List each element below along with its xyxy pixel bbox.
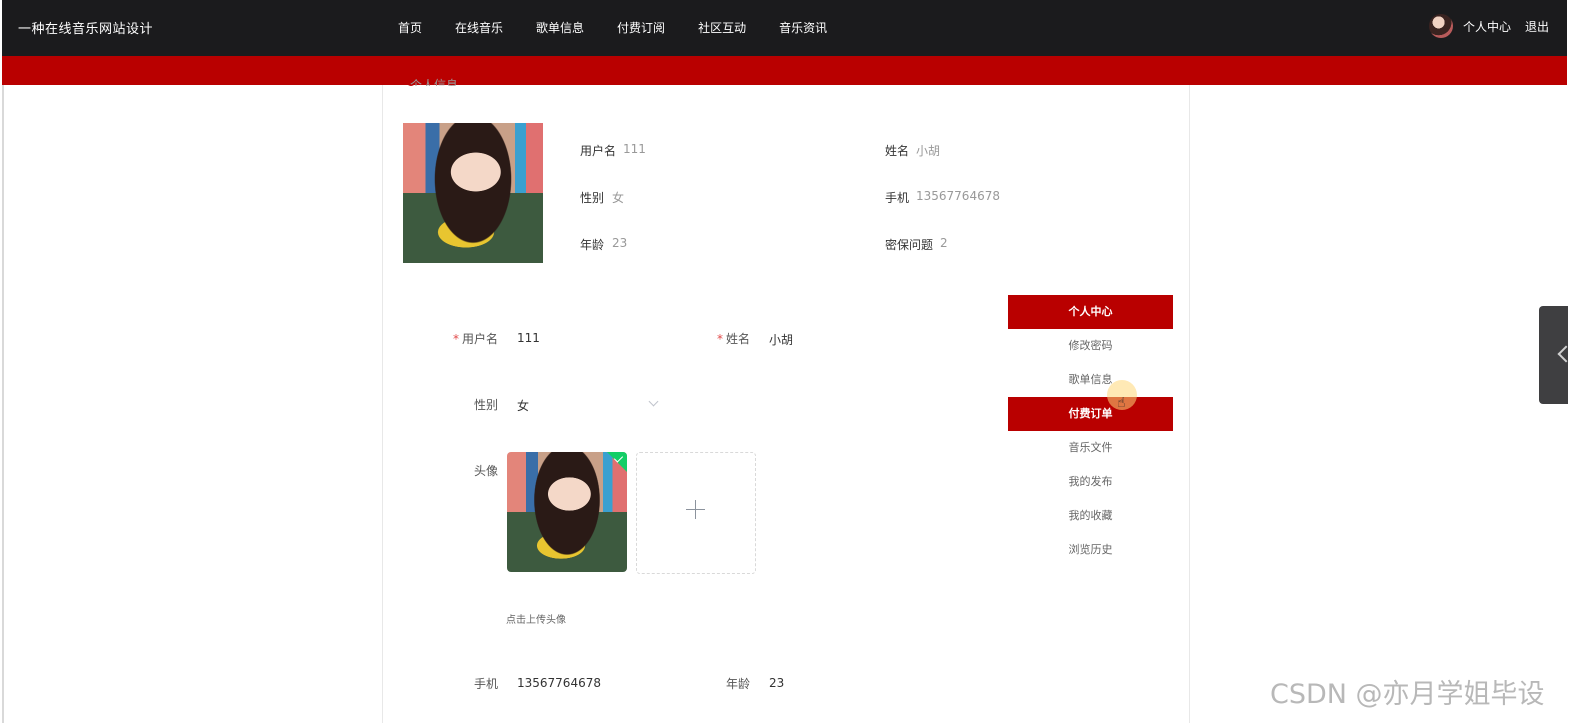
main-nav: 首页 在线音乐 歌单信息 付费订阅 社区互动 音乐资讯 — [398, 19, 860, 36]
form-username-label: * 用户名 — [452, 332, 498, 346]
nav-item-home[interactable]: 首页 — [398, 19, 422, 36]
info-security-label: 密保问题 — [885, 238, 934, 252]
side-menu: 个人中心 修改密码 歌单信息 付费订单 音乐文件 我的发布 我的收藏 浏览历史 — [1008, 295, 1173, 567]
plus-icon[interactable] — [686, 500, 705, 519]
nav-item-paid-subscription[interactable]: 付费订阅 — [617, 19, 665, 36]
info-phone-label: 手机 — [885, 191, 910, 205]
menu-item-playlist-info[interactable]: 歌单信息 — [1008, 363, 1173, 397]
nav-item-community[interactable]: 社区互动 — [698, 19, 746, 36]
name-field[interactable]: 小胡 — [769, 331, 793, 348]
menu-item-music-files[interactable]: 音乐文件 — [1008, 431, 1173, 465]
info-name-label: 姓名 — [885, 144, 910, 158]
top-navbar: 一种在线音乐网站设计 首页 在线音乐 歌单信息 付费订阅 社区互动 音乐资讯 个… — [2, 0, 1567, 56]
form-gender-label: 性别 — [473, 398, 498, 412]
nav-item-playlist-info[interactable]: 歌单信息 — [536, 19, 584, 36]
form-avatar-label: 头像 — [473, 464, 498, 478]
nav-item-online-music[interactable]: 在线音乐 — [455, 19, 503, 36]
profile-photo — [403, 123, 543, 263]
info-age-label: 年龄 — [580, 238, 605, 252]
username-field[interactable]: 111 — [517, 331, 540, 345]
watermark: CSDN @亦月学姐毕设 — [1270, 679, 1545, 710]
menu-item-browse-history[interactable]: 浏览历史 — [1008, 533, 1173, 567]
left-divider — [2, 85, 4, 723]
form-age-label: 年龄 — [725, 677, 750, 691]
section-title: 个人信息 — [410, 78, 459, 86]
site-title[interactable]: 一种在线音乐网站设计 — [18, 18, 153, 37]
menu-item-user-center[interactable]: 个人中心 — [1008, 295, 1173, 329]
user-area: 个人中心 退出 — [1428, 14, 1549, 38]
user-center-link[interactable]: 个人中心 — [1463, 18, 1511, 35]
logout-link[interactable]: 退出 — [1525, 18, 1549, 35]
gender-select[interactable]: 女 — [517, 397, 529, 414]
phone-field[interactable]: 13567764678 — [517, 676, 601, 690]
form-phone-label: 手机 — [473, 677, 498, 691]
info-age-value: 23 — [612, 236, 628, 250]
age-field[interactable]: 23 — [769, 676, 784, 690]
info-gender-value: 女 — [612, 191, 625, 205]
nav-item-music-news[interactable]: 音乐资讯 — [779, 19, 827, 36]
info-name-value: 小胡 — [916, 144, 941, 158]
form-name-label: * 姓名 — [716, 332, 750, 346]
hand-cursor-icon: ☝ — [1117, 395, 1126, 411]
info-security-value: 2 — [940, 236, 948, 250]
info-phone-value: 13567764678 — [916, 189, 1000, 203]
menu-item-paid-orders[interactable]: 付费订单 — [1008, 397, 1173, 431]
info-username-value: 111 — [623, 142, 646, 156]
info-username-label: 用户名 — [580, 144, 617, 158]
upload-hint: 点击上传头像 — [506, 615, 566, 626]
info-gender-label: 性别 — [580, 191, 605, 205]
menu-item-my-posts[interactable]: 我的发布 — [1008, 465, 1173, 499]
avatar[interactable] — [1428, 14, 1453, 38]
red-banner — [2, 56, 1567, 85]
menu-item-change-password[interactable]: 修改密码 — [1008, 329, 1173, 363]
menu-item-my-favorites[interactable]: 我的收藏 — [1008, 499, 1173, 533]
